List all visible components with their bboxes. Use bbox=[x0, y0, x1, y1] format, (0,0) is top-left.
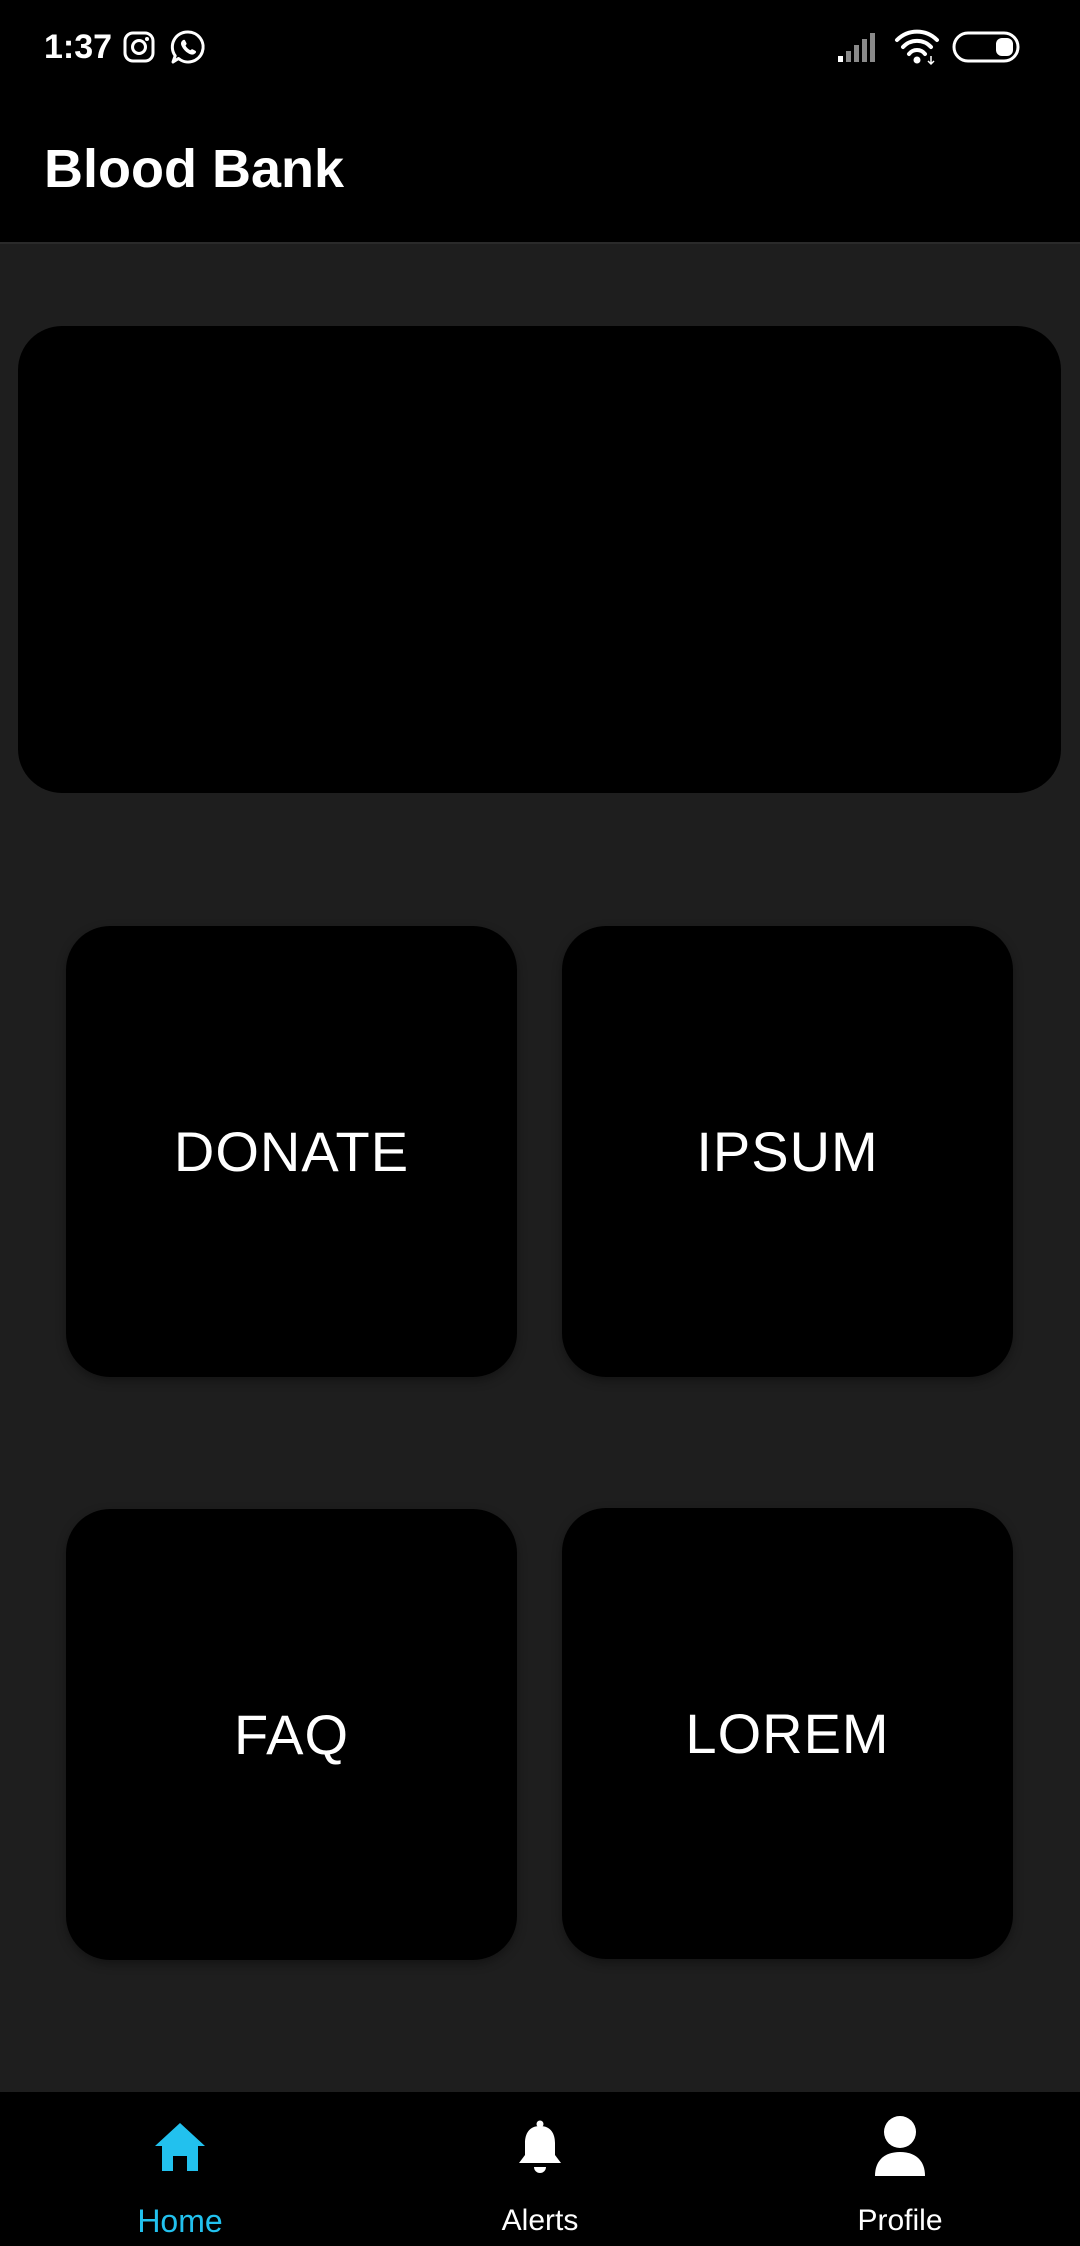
nav-label-profile: Profile bbox=[857, 2204, 943, 2237]
whatsapp-icon bbox=[170, 30, 205, 64]
nav-item-alerts[interactable]: Alerts bbox=[360, 2092, 720, 2246]
page-title: Blood Bank bbox=[44, 139, 345, 199]
tile-label: IPSUM bbox=[696, 1120, 879, 1183]
nav-item-profile[interactable]: Profile bbox=[720, 2092, 1080, 2246]
tile-label: FAQ bbox=[233, 1703, 350, 1766]
cell-signal-icon bbox=[838, 33, 875, 62]
banner-card bbox=[18, 326, 1061, 793]
instagram-icon bbox=[123, 31, 155, 63]
status-time: 1:37 bbox=[44, 28, 113, 66]
bell-icon bbox=[505, 2112, 575, 2182]
wifi-icon bbox=[895, 29, 939, 66]
nav-label-home: Home bbox=[137, 2203, 223, 2239]
bottom-navigation: Home Alerts Profile bbox=[0, 2092, 1080, 2246]
nav-label-alerts: Alerts bbox=[501, 2204, 579, 2237]
tile-label: LOREM bbox=[685, 1702, 890, 1765]
app-bar: Blood Bank bbox=[0, 94, 1080, 244]
home-icon bbox=[145, 2112, 215, 2182]
faq-tile[interactable]: FAQ bbox=[66, 1509, 517, 1960]
ipsum-tile[interactable]: IPSUM bbox=[562, 926, 1013, 1377]
status-bar: 1:37 bbox=[0, 0, 1080, 94]
nav-item-home[interactable]: Home bbox=[0, 2092, 360, 2246]
donate-tile[interactable]: DONATE bbox=[66, 926, 517, 1377]
tile-label: DONATE bbox=[173, 1120, 410, 1183]
lorem-tile[interactable]: LOREM bbox=[562, 1508, 1013, 1959]
person-icon bbox=[865, 2112, 935, 2182]
battery-icon bbox=[952, 31, 1020, 63]
